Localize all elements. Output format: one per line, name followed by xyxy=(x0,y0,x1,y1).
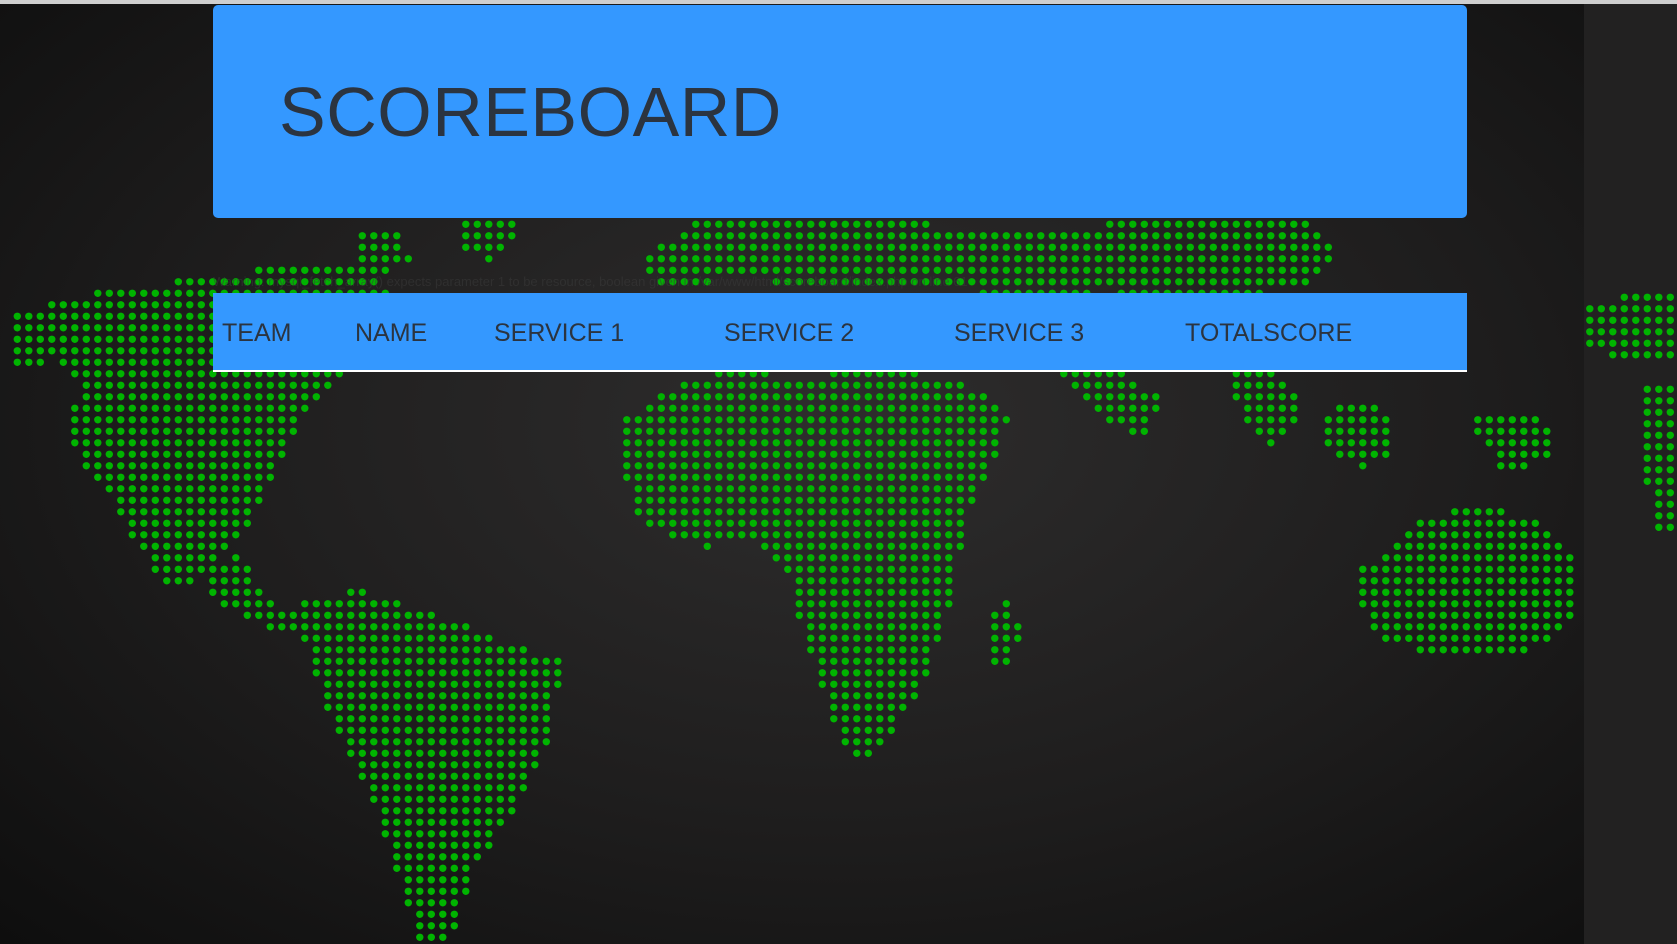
page-title: SCOREBOARD xyxy=(279,73,782,151)
scoreboard-table: TEAM NAME SERVICE 1 SERVICE 2 SERVICE 3 … xyxy=(213,293,1467,372)
column-header-team: TEAM xyxy=(222,319,292,347)
right-panel-edge xyxy=(1584,4,1677,944)
header-banner: SCOREBOARD xyxy=(213,5,1467,218)
browser-top-border xyxy=(0,0,1677,4)
column-header-service-2: SERVICE 2 xyxy=(724,319,855,347)
column-header-name: NAME xyxy=(355,319,428,347)
column-header-totalscore: TOTALSCORE xyxy=(1185,319,1353,347)
world-map-edge-fragment xyxy=(1586,293,1674,531)
php-warning-message: Warning: mysql_fetch_array() expects par… xyxy=(213,274,968,289)
column-header-service-3: SERVICE 3 xyxy=(954,319,1085,347)
column-header-service-1: SERVICE 1 xyxy=(494,319,625,347)
